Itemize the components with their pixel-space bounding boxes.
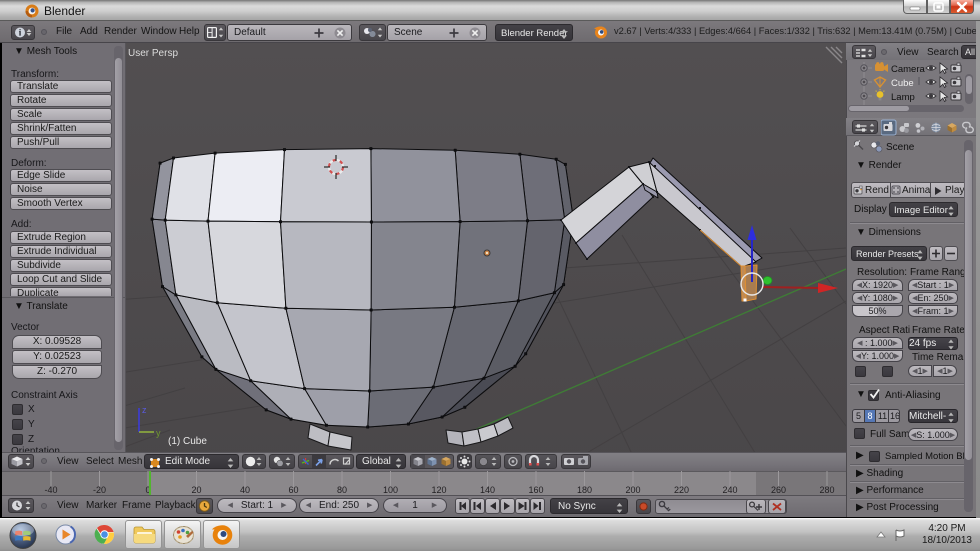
svg-text:120: 120 — [431, 485, 446, 495]
svg-text:z: z — [142, 405, 147, 415]
svg-text:160: 160 — [528, 485, 543, 495]
svg-text:220: 220 — [674, 485, 689, 495]
svg-text:280: 280 — [819, 485, 834, 495]
svg-text:Camera: Camera — [891, 64, 926, 75]
svg-text:20: 20 — [191, 485, 201, 495]
svg-text:80: 80 — [337, 485, 347, 495]
svg-text:y: y — [156, 428, 161, 438]
svg-text:Cube: Cube — [891, 78, 914, 89]
svg-text:(1) Cube: (1) Cube — [168, 436, 207, 447]
svg-text:140: 140 — [480, 485, 495, 495]
svg-text:40: 40 — [240, 485, 250, 495]
svg-text:200: 200 — [625, 485, 640, 495]
svg-text:260: 260 — [771, 485, 786, 495]
svg-text:-40: -40 — [44, 485, 57, 495]
svg-text:-20: -20 — [93, 485, 106, 495]
svg-text:User Persp: User Persp — [128, 48, 178, 59]
svg-text:60: 60 — [288, 485, 298, 495]
svg-text:240: 240 — [722, 485, 737, 495]
svg-text:180: 180 — [577, 485, 592, 495]
svg-text:Lamp: Lamp — [891, 92, 915, 103]
svg-text:100: 100 — [383, 485, 398, 495]
